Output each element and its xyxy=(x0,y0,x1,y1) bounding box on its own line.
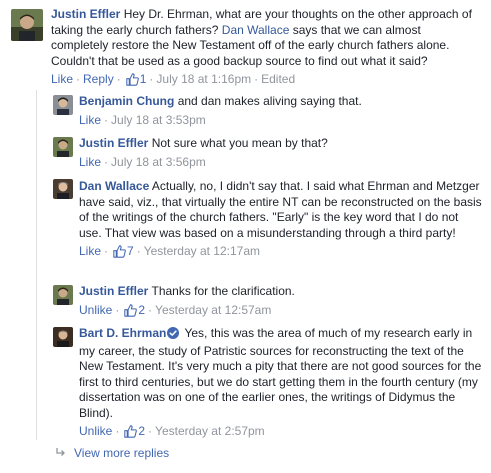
comment-actions: Like · 7 · Yesterday at 12:17am xyxy=(79,243,484,262)
unlike-button[interactable]: Unlike xyxy=(79,424,112,438)
like-button[interactable]: Like xyxy=(51,72,73,86)
avatar[interactable] xyxy=(53,327,73,347)
timestamp[interactable]: Yesterday at 12:57am xyxy=(155,303,271,317)
reply-dan-wallace: Dan Wallace Actually, no, I didn't say t… xyxy=(0,176,491,276)
view-more-replies-link[interactable]: View more replies xyxy=(56,446,169,460)
timestamp[interactable]: July 18 at 1:16pm xyxy=(156,72,251,86)
thumbs-up-icon[interactable] xyxy=(113,245,126,262)
verified-badge-icon xyxy=(167,327,180,344)
reply-body: Justin Effler Thanks for the clarificati… xyxy=(79,284,484,321)
edited-label[interactable]: Edited xyxy=(261,72,295,86)
author-name[interactable]: Benjamin Chung xyxy=(79,94,174,108)
author-name[interactable]: Bart D. Ehrman xyxy=(79,326,166,340)
reply-justin-effler-1: Justin Effler Not sure what you mean by … xyxy=(0,134,491,172)
timestamp[interactable]: July 18 at 3:56pm xyxy=(111,155,206,169)
thumbs-up-icon[interactable] xyxy=(125,73,139,90)
timestamp[interactable]: July 18 at 3:53pm xyxy=(111,113,206,127)
avatar[interactable] xyxy=(53,137,73,157)
comment-actions: Like · July 18 at 3:53pm xyxy=(79,112,206,127)
timestamp[interactable]: Yesterday at 12:17am xyxy=(144,244,260,258)
thumbs-up-icon[interactable] xyxy=(124,303,138,321)
reply-button[interactable]: Reply xyxy=(83,72,114,86)
comment-text: Not sure what you mean by that? xyxy=(151,136,328,150)
reply-arrow-icon xyxy=(56,446,66,460)
reply-benjamin-chung: Benjamin Chung and dan makes aliving say… xyxy=(0,92,491,130)
reply-justin-effler-2: Justin Effler Thanks for the clarificati… xyxy=(0,282,491,320)
avatar[interactable] xyxy=(11,9,43,41)
unlike-button[interactable]: Unlike xyxy=(79,303,112,317)
reply-body: Justin Effler Not sure what you mean by … xyxy=(79,136,484,170)
comment-text: Yes, this was the area of much of my res… xyxy=(79,326,482,420)
reply-bart-ehrman: Bart D. Ehrman Yes, this was the area of… xyxy=(0,324,491,442)
comment-text: Thanks for the clarification. xyxy=(151,284,295,298)
avatar[interactable] xyxy=(53,285,73,305)
view-more-label[interactable]: View more replies xyxy=(74,446,169,460)
comment-actions: Like · Reply · 1 · July 18 at 1:16pm · Edited xyxy=(51,71,481,90)
reply-body: Bart D. Ehrman Yes, this was the area of… xyxy=(79,326,484,442)
reply-body: Dan Wallace Actually, no, I didn't say t… xyxy=(79,179,484,262)
reply-body: Benjamin Chung and dan makes aliving say… xyxy=(79,94,484,128)
mention-link[interactable]: Dan Wallace xyxy=(222,23,290,37)
like-button[interactable]: Like xyxy=(79,113,101,127)
comment-justin-effler-1: Justin Effler Hey Dr. Ehrman, what are y… xyxy=(0,0,491,92)
thumbs-up-icon[interactable] xyxy=(124,425,138,442)
author-name[interactable]: Dan Wallace xyxy=(79,179,149,193)
comment-actions: Like · July 18 at 3:56pm xyxy=(79,154,206,169)
timestamp[interactable]: Yesterday at 2:57pm xyxy=(155,424,265,438)
avatar[interactable] xyxy=(53,179,73,199)
avatar[interactable] xyxy=(53,95,73,115)
like-button[interactable]: Like xyxy=(79,244,101,258)
author-name[interactable]: Justin Effler xyxy=(51,7,120,21)
comment-actions: Unlike · 2 · Yesterday at 12:57am xyxy=(79,302,484,321)
author-name[interactable]: Justin Effler xyxy=(79,284,148,298)
comment-actions: Unlike · 2 · Yesterday at 2:57pm xyxy=(79,423,484,442)
comment-body: Justin Effler Hey Dr. Ehrman, what are y… xyxy=(51,7,481,90)
like-count[interactable]: 7 xyxy=(127,244,134,258)
author-name[interactable]: Justin Effler xyxy=(79,136,148,150)
like-button[interactable]: Like xyxy=(79,155,101,169)
comment-text: and dan makes aliving saying that. xyxy=(177,94,362,108)
